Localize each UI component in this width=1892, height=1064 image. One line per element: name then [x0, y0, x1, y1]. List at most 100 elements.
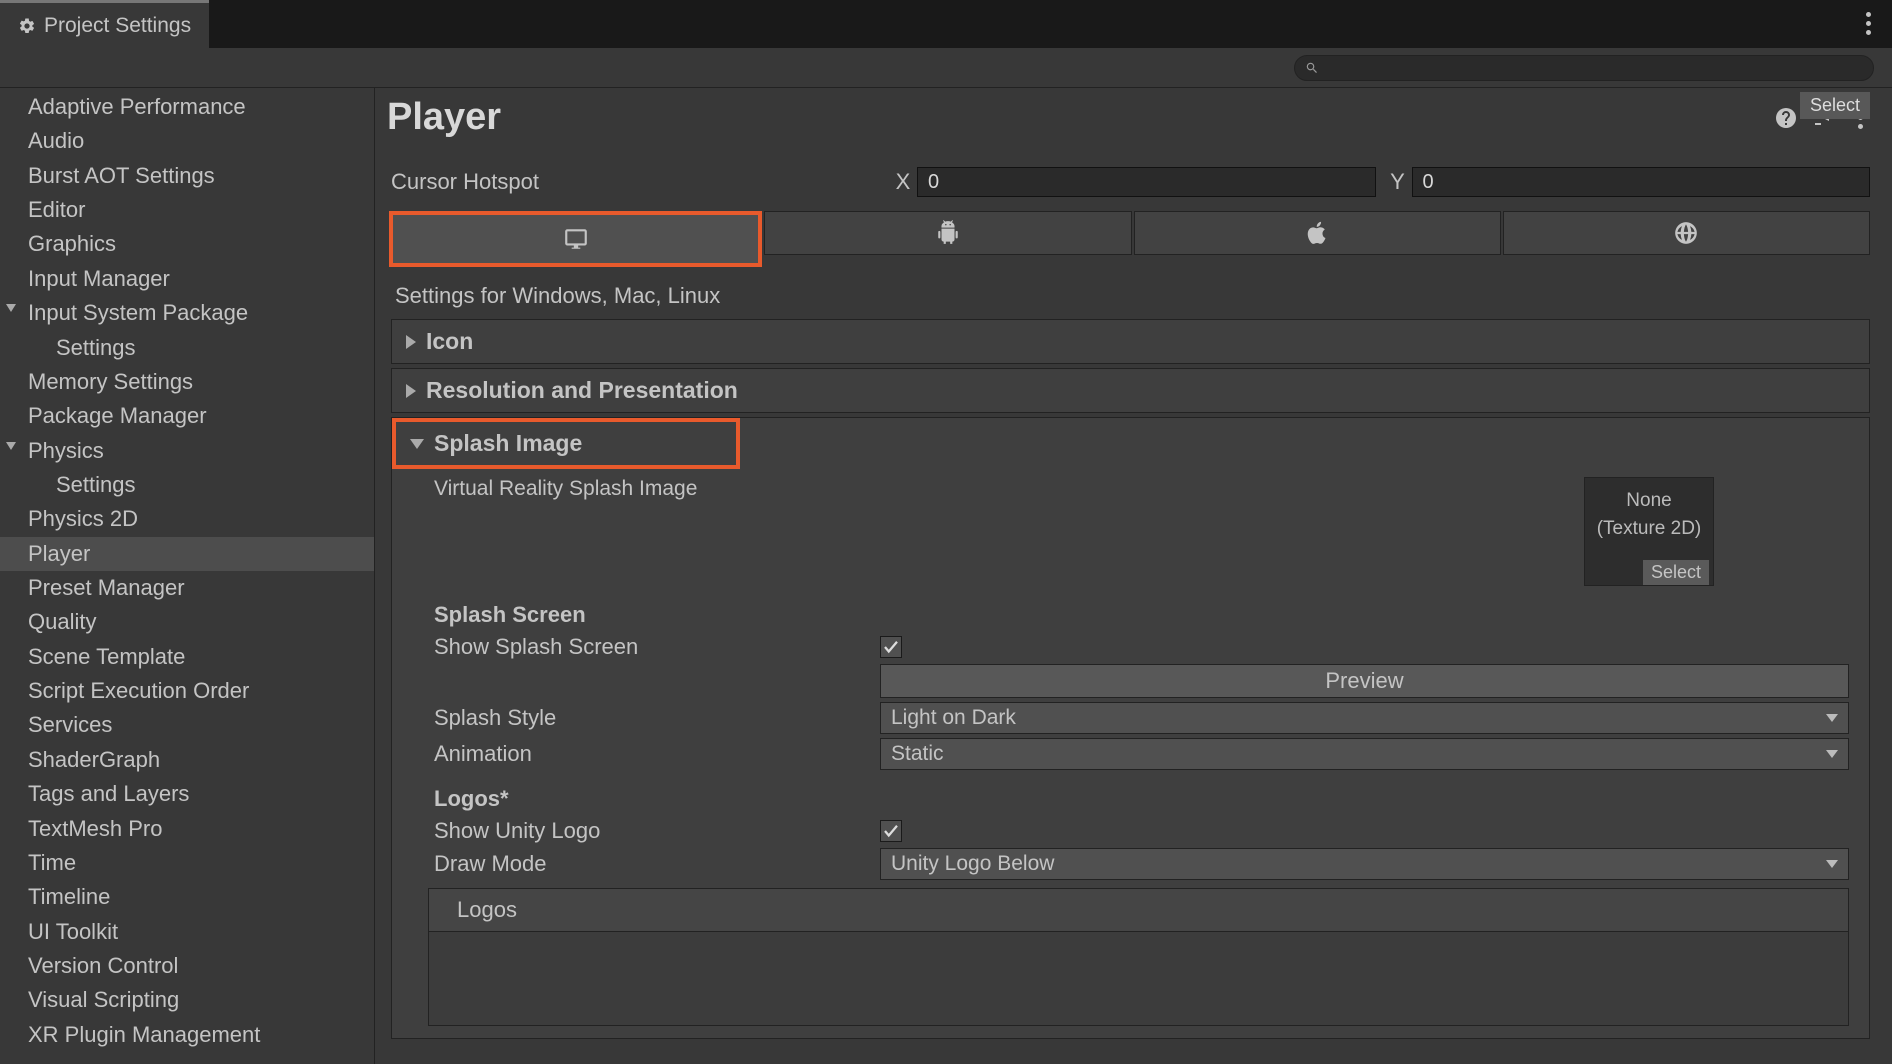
sidebar-item-burst-aot-settings[interactable]: Burst AOT Settings	[0, 159, 374, 193]
sidebar-item-ui-toolkit[interactable]: UI Toolkit	[0, 915, 374, 949]
platform-tab-webgl[interactable]	[1503, 211, 1870, 255]
sidebar-item-visual-scripting[interactable]: Visual Scripting	[0, 983, 374, 1017]
window-menu-button[interactable]	[1858, 12, 1878, 35]
sidebar-item-label: Physics 2D	[28, 506, 138, 531]
show-unity-logo-label: Show Unity Logo	[434, 818, 880, 844]
settings-for-label: Settings for Windows, Mac, Linux	[395, 283, 1870, 309]
foldout-resolution[interactable]: Resolution and Presentation	[391, 368, 1870, 413]
platform-tabs	[389, 211, 1870, 267]
chevron-right-icon	[406, 335, 416, 349]
sidebar-item-preset-manager[interactable]: Preset Manager	[0, 571, 374, 605]
x-label: X	[889, 169, 917, 195]
sidebar-item-services[interactable]: Services	[0, 708, 374, 742]
vr-splash-texture-picker[interactable]: None (Texture 2D) Select	[1584, 477, 1714, 586]
splash-screen-title: Splash Screen	[434, 602, 1849, 628]
window-tab-bar: Project Settings	[0, 0, 1892, 48]
animation-label: Animation	[434, 741, 880, 767]
sidebar-item-script-execution-order[interactable]: Script Execution Order	[0, 674, 374, 708]
draw-mode-label: Draw Mode	[434, 851, 880, 877]
show-splash-label: Show Splash Screen	[434, 634, 880, 660]
sidebar-item-label: UI Toolkit	[28, 919, 118, 944]
settings-sidebar[interactable]: Adaptive Performance Audio Burst AOT Setti…	[0, 88, 375, 1064]
foldout-icon-title: Icon	[426, 328, 473, 355]
sidebar-item-physics-2d[interactable]: Physics 2D	[0, 502, 374, 536]
gear-icon	[18, 17, 36, 35]
texture-select-button[interactable]: Select	[1643, 560, 1709, 585]
desktop-icon	[563, 226, 589, 252]
sidebar-item-label: Tags and Layers	[28, 781, 189, 806]
project-settings-tab[interactable]: Project Settings	[0, 0, 209, 48]
logos-list-header[interactable]: Logos	[428, 888, 1849, 932]
sidebar-item-graphics[interactable]: Graphics	[0, 227, 374, 261]
sidebar-item-adaptive-performance[interactable]: Adaptive Performance	[0, 90, 374, 124]
draw-mode-dropdown[interactable]: Unity Logo Below	[880, 848, 1849, 880]
sidebar-item-time[interactable]: Time	[0, 846, 374, 880]
sidebar-item-label: Quality	[28, 609, 96, 634]
sidebar-item-label: Settings	[56, 472, 136, 497]
web-icon	[1673, 220, 1699, 246]
chevron-right-icon	[406, 384, 416, 398]
sidebar-item-editor[interactable]: Editor	[0, 193, 374, 227]
sidebar-item-label: ShaderGraph	[28, 747, 160, 772]
sidebar-item-package-manager[interactable]: Package Manager	[0, 399, 374, 433]
select-chip[interactable]: Select	[1800, 92, 1870, 119]
foldout-resolution-title: Resolution and Presentation	[426, 377, 738, 404]
chevron-down-icon	[6, 304, 16, 312]
platform-tab-android[interactable]	[764, 211, 1131, 255]
chevron-down-icon	[1826, 714, 1838, 722]
vr-splash-label: Virtual Reality Splash Image	[434, 477, 1584, 586]
sidebar-item-input-system-package[interactable]: Input System Package	[0, 296, 374, 330]
search-input[interactable]	[1294, 55, 1874, 81]
draw-mode-value: Unity Logo Below	[891, 852, 1054, 876]
foldout-icon[interactable]: Icon	[391, 319, 1870, 364]
help-icon[interactable]	[1774, 106, 1798, 130]
sidebar-item-memory-settings[interactable]: Memory Settings	[0, 365, 374, 399]
texture-none-label: None	[1626, 490, 1671, 512]
sidebar-item-audio[interactable]: Audio	[0, 124, 374, 158]
sidebar-item-player[interactable]: Player	[0, 537, 374, 571]
cursor-hotspot-y-input[interactable]	[1412, 167, 1871, 197]
platform-tab-ios[interactable]	[1134, 211, 1501, 255]
sidebar-item-settings[interactable]: Settings	[0, 468, 374, 502]
y-label: Y	[1384, 169, 1412, 195]
search-row	[0, 48, 1892, 88]
texture-type-label: (Texture 2D)	[1597, 518, 1702, 540]
check-icon	[882, 638, 900, 656]
sidebar-item-xr-plugin-management[interactable]: XR Plugin Management	[0, 1018, 374, 1052]
sidebar-item-label: Audio	[28, 128, 84, 153]
splash-style-dropdown[interactable]: Light on Dark	[880, 702, 1849, 734]
search-icon	[1305, 61, 1319, 75]
sidebar-item-label: Settings	[56, 335, 136, 360]
sidebar-item-textmesh-pro[interactable]: TextMesh Pro	[0, 812, 374, 846]
sidebar-item-label: Graphics	[28, 231, 116, 256]
sidebar-item-settings[interactable]: Settings	[0, 331, 374, 365]
foldout-splash-header[interactable]: Splash Image	[396, 422, 736, 465]
platform-tab-desktop[interactable]	[389, 211, 762, 267]
animation-dropdown[interactable]: Static	[880, 738, 1849, 770]
sidebar-item-tags-and-layers[interactable]: Tags and Layers	[0, 777, 374, 811]
cursor-hotspot-x-input[interactable]	[917, 167, 1376, 197]
page-title: Player	[387, 96, 501, 139]
sidebar-item-timeline[interactable]: Timeline	[0, 880, 374, 914]
sidebar-item-label: Memory Settings	[28, 369, 193, 394]
show-splash-checkbox[interactable]	[880, 636, 902, 658]
tab-title: Project Settings	[44, 14, 191, 38]
show-unity-logo-checkbox[interactable]	[880, 820, 902, 842]
splash-style-label: Splash Style	[434, 705, 880, 731]
sidebar-item-input-manager[interactable]: Input Manager	[0, 262, 374, 296]
sidebar-item-label: Editor	[28, 197, 85, 222]
sidebar-item-physics[interactable]: Physics	[0, 434, 374, 468]
preview-button[interactable]: Preview	[880, 664, 1849, 698]
chevron-down-icon	[1826, 860, 1838, 868]
sidebar-item-label: Services	[28, 712, 112, 737]
cursor-hotspot-label: Cursor Hotspot	[391, 169, 889, 195]
sidebar-item-quality[interactable]: Quality	[0, 605, 374, 639]
sidebar-item-scene-template[interactable]: Scene Template	[0, 640, 374, 674]
logos-title: Logos*	[434, 786, 1849, 812]
logos-list-area[interactable]	[428, 932, 1849, 1026]
sidebar-item-label: Adaptive Performance	[28, 94, 246, 119]
apple-icon	[1304, 220, 1330, 246]
sidebar-item-version-control[interactable]: Version Control	[0, 949, 374, 983]
sidebar-item-shadergraph[interactable]: ShaderGraph	[0, 743, 374, 777]
cursor-hotspot-row: Cursor Hotspot X Y	[391, 167, 1870, 197]
